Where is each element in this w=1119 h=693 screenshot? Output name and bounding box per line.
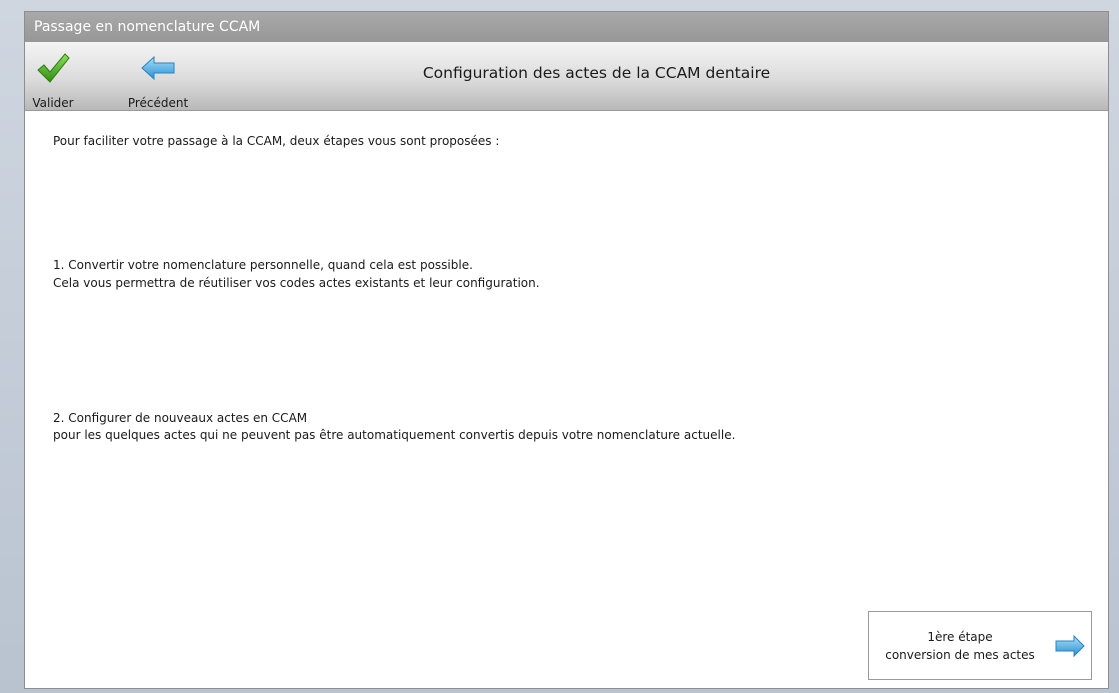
first-step-line1: 1ère étape: [927, 630, 993, 644]
arrow-right-icon: [1055, 634, 1085, 658]
window-title: Passage en nomenclature CCAM: [34, 19, 261, 35]
content-area: Pour faciliter votre passage à la CCAM, …: [25, 111, 1108, 688]
step2-description: pour les quelques actes qui ne peuvent p…: [53, 428, 736, 442]
intro-text: Pour faciliter votre passage à la CCAM, …: [53, 134, 500, 148]
first-step-line2: conversion de mes actes: [885, 648, 1035, 662]
precedent-label: Précédent: [127, 96, 189, 110]
window-titlebar[interactable]: Passage en nomenclature CCAM: [25, 12, 1108, 42]
ccam-wizard-window: Passage en nomenclature CCAM Valider Pré…: [24, 11, 1109, 689]
first-step-text: 1ère étape conversion de mes actes: [869, 628, 1051, 664]
step2-title: 2. Configurer de nouveaux actes en CCAM: [53, 411, 308, 425]
valider-label: Valider: [32, 96, 74, 110]
step1-title: 1. Convertir votre nomenclature personne…: [53, 258, 473, 272]
page-title: Configuration des actes de la CCAM denta…: [422, 64, 771, 82]
step1-description: Cela vous permettra de réutiliser vos co…: [53, 276, 540, 290]
first-step-button[interactable]: 1ère étape conversion de mes actes: [868, 611, 1092, 680]
toolbar: Valider Précédent Configuration des acte…: [25, 42, 1108, 111]
